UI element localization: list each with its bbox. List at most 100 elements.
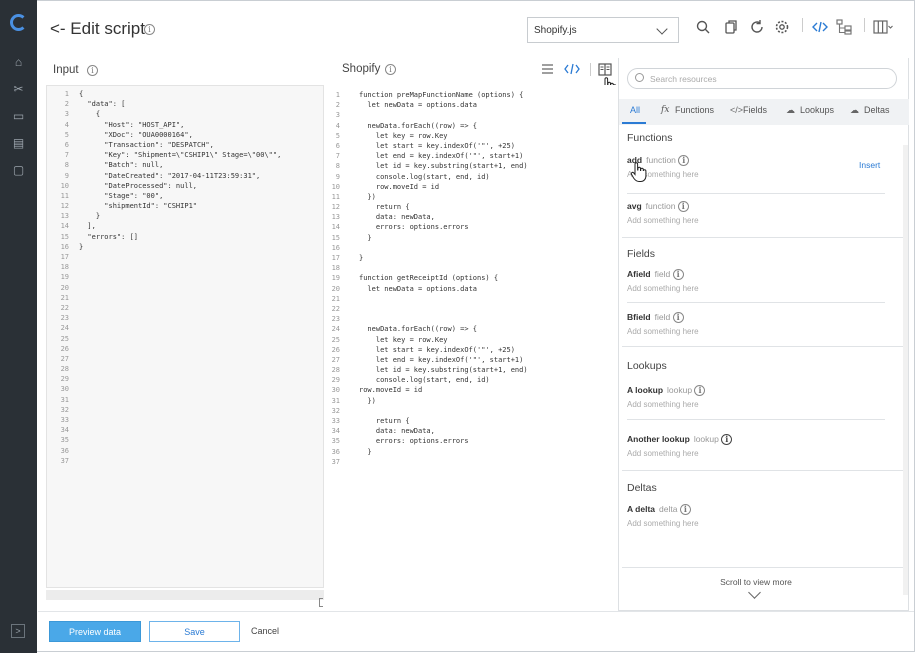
line-number: 20	[331, 284, 340, 293]
section-title-functions: Functions	[627, 132, 673, 144]
info-icon[interactable]: i	[144, 24, 155, 35]
line-number: 9	[64, 171, 69, 180]
chevron-down-icon	[656, 23, 668, 35]
resource-item[interactable]: Bfield field i	[627, 312, 684, 323]
copy-icon[interactable]	[723, 19, 739, 35]
resource-item[interactable]: A delta delta i	[627, 504, 691, 515]
script-select[interactable]: Shopify.js	[527, 17, 679, 43]
info-icon[interactable]: i	[677, 201, 689, 212]
page-title[interactable]: <- Edit script	[50, 19, 145, 39]
line-number: 25	[60, 334, 69, 343]
resources-scrollbar[interactable]	[903, 145, 908, 595]
resource-name: A delta	[627, 504, 656, 514]
tab-lookups[interactable]: Lookups	[800, 105, 834, 115]
code-toggle-icon[interactable]	[564, 63, 580, 75]
scissors-icon[interactable]: ✂	[11, 83, 26, 96]
input-code: { "data": [ { "Host": "HOST_API", "XDoc"…	[79, 89, 281, 252]
store-icon[interactable]: ▤	[11, 137, 26, 150]
tab-fields[interactable]: Fields	[743, 105, 767, 115]
item-divider	[627, 193, 885, 194]
line-number: 12	[331, 203, 340, 212]
code-line: }	[79, 212, 101, 221]
info-icon[interactable]: i	[679, 504, 691, 515]
code-line: "Host": "HOST_API",	[79, 120, 185, 129]
expand-rail-chevron-icon[interactable]: >	[11, 624, 25, 638]
tab-all[interactable]: All	[630, 105, 640, 115]
line-number: 32	[60, 405, 69, 414]
line-number: 14	[60, 222, 69, 231]
resource-item[interactable]: Another lookup lookup i	[627, 434, 733, 445]
resource-description: Add something here	[627, 519, 699, 528]
code-line: "DateCreated": "2017-04-11T23:59:31",	[79, 171, 261, 180]
input-json-editor[interactable]: 1 2 3 4 5 6 7 8 9 10 11 12 13 14 15 16 17 18 19 20 21 22 23 24 2…	[46, 85, 324, 588]
resource-description: Add something here	[627, 449, 699, 458]
chat-icon[interactable]: ▢	[11, 164, 26, 177]
info-icon[interactable]: i	[87, 65, 98, 76]
info-icon[interactable]: i	[721, 434, 733, 445]
flow-view-icon[interactable]	[836, 19, 852, 35]
info-icon[interactable]: i	[385, 64, 396, 75]
search-icon[interactable]	[695, 19, 711, 35]
line-number: 19	[60, 273, 69, 282]
code-line: row.moveId = id	[359, 386, 423, 395]
gear-icon[interactable]	[774, 19, 790, 35]
line-number: 26	[60, 344, 69, 353]
preview-data-button[interactable]: Preview data	[49, 621, 141, 642]
menu-lines-icon[interactable]	[541, 63, 554, 75]
resources-book-icon[interactable]	[598, 63, 612, 76]
code-line: data: newData,	[359, 213, 435, 222]
code-line: return {	[359, 203, 410, 212]
app-logo-icon[interactable]	[10, 14, 27, 31]
line-number: 24	[331, 325, 340, 334]
search-resources-input[interactable]: Search resources	[627, 68, 897, 89]
code-line: let id = key.substring(start+1, end)	[359, 162, 528, 171]
save-button[interactable]: Save	[149, 621, 240, 642]
code-line: "Batch": null,	[79, 161, 164, 170]
briefcase-icon[interactable]: ▭	[11, 110, 26, 123]
home-icon[interactable]: ⌂	[11, 56, 26, 69]
line-number: 18	[60, 263, 69, 272]
columns-layout-icon[interactable]	[873, 19, 893, 35]
resource-item[interactable]: A lookup lookup i	[627, 385, 706, 396]
line-number: 16	[60, 242, 69, 251]
line-number: 17	[331, 254, 340, 262]
line-number: 25	[331, 335, 340, 344]
search-placeholder: Search resources	[650, 74, 717, 84]
active-tab-indicator	[622, 122, 646, 124]
resize-handle-icon[interactable]	[319, 598, 323, 607]
resource-type: field	[654, 312, 671, 322]
line-number-gutter: 1 2 3 4 5 6 7 8 9 10 11 12 13 14 15 16 17 18 19 20 21 22 23 24 2…	[326, 85, 346, 467]
line-number: 35	[331, 437, 340, 446]
code-line: "XDoc": "OUA0000164",	[79, 130, 193, 139]
resource-item[interactable]: Afield field i	[627, 269, 684, 280]
section-title-lookups: Lookups	[627, 360, 667, 372]
info-icon[interactable]: i	[672, 312, 684, 323]
code-line: let newData = options.data	[359, 101, 478, 110]
line-number: 13	[60, 212, 69, 221]
resource-type: function	[646, 155, 676, 165]
code-view-icon[interactable]	[812, 19, 828, 35]
info-icon[interactable]: i	[672, 269, 684, 280]
line-number: 11	[331, 192, 340, 201]
tab-deltas[interactable]: Deltas	[864, 105, 890, 115]
line-number: 22	[331, 304, 340, 313]
code-line: "Key": "Shipment=\"CSHIP1\" Stage=\"00\"…	[79, 151, 282, 160]
script-code-editor[interactable]: 1 2 3 4 5 6 7 8 9 10 11 12 13 14 15 16 17 18 19 20 21 22 23 24 2…	[326, 85, 618, 607]
insert-button[interactable]: Insert	[859, 160, 880, 170]
line-number: 23	[60, 314, 69, 323]
info-icon[interactable]: i	[694, 385, 706, 396]
tab-functions[interactable]: Functions	[675, 105, 714, 115]
script-code: function preMapFunctionName (options) { …	[359, 90, 528, 467]
info-icon[interactable]: i	[678, 155, 690, 166]
horizontal-scrollbar[interactable]	[46, 590, 324, 600]
search-icon	[635, 73, 644, 82]
scroll-hint[interactable]: Scroll to view more	[700, 577, 812, 587]
line-number: 16	[331, 243, 340, 252]
refresh-icon[interactable]	[749, 19, 765, 35]
resource-item[interactable]: avg function i	[627, 201, 689, 212]
section-title-deltas: Deltas	[627, 482, 657, 494]
cancel-button[interactable]: Cancel	[246, 621, 284, 642]
